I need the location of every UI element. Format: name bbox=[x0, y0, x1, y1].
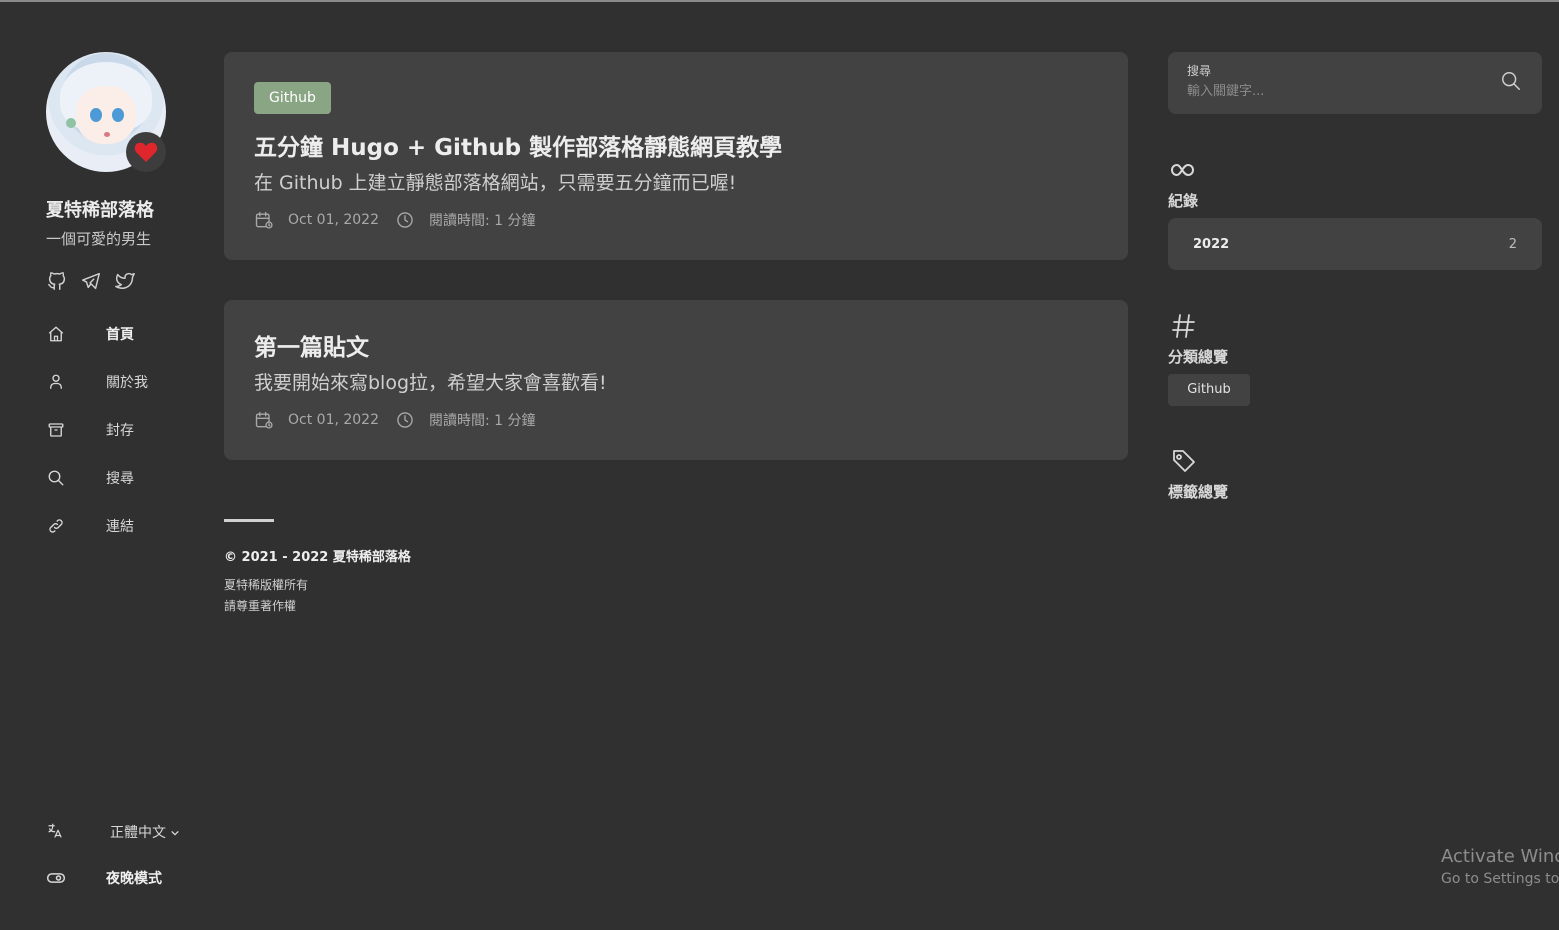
tags-title: 標籤總覽 bbox=[1168, 483, 1229, 501]
chevron-down-icon bbox=[170, 823, 180, 842]
nav-item-label: 封存 bbox=[106, 423, 134, 439]
hashtag-icon bbox=[1168, 312, 1200, 340]
post-read-time: 閱讀時間: 1 分鐘 bbox=[429, 213, 536, 229]
nav-item-home[interactable]: 首頁 bbox=[46, 322, 186, 346]
github-icon[interactable] bbox=[46, 270, 68, 292]
archive-year-row[interactable]: 2022 2 bbox=[1168, 218, 1542, 270]
avatar-container bbox=[46, 52, 166, 172]
social-links bbox=[46, 270, 136, 292]
post-description: 在 Github 上建立靜態部落格網站，只需要五分鐘而已喔! bbox=[254, 172, 737, 194]
clock-icon bbox=[395, 410, 415, 430]
post-description: 我要開始來寫blog拉，希望大家會喜歡看! bbox=[254, 372, 607, 394]
nav-item-search[interactable]: 搜尋 bbox=[46, 466, 186, 490]
left-sidebar: 夏特稀部落格 一個可愛的男生 首頁 關於我 封存 搜尋 連結 正體中文 夜晚模式 bbox=[0, 0, 200, 930]
post-card[interactable]: Github 五分鐘 Hugo + Github 製作部落格靜態網頁教學 在 G… bbox=[224, 52, 1128, 260]
link-icon bbox=[46, 516, 66, 536]
nav-item-archive[interactable]: 封存 bbox=[46, 418, 186, 442]
post-category-chip[interactable]: Github bbox=[254, 82, 331, 114]
heart-icon bbox=[126, 132, 166, 172]
categories-title: 分類總覽 bbox=[1168, 348, 1229, 366]
archives-title: 紀錄 bbox=[1168, 192, 1199, 210]
user-icon bbox=[46, 372, 66, 392]
language-selector[interactable]: 正體中文 bbox=[46, 822, 180, 842]
footer-rights: 夏特稀版權所有 bbox=[224, 578, 309, 592]
telegram-icon[interactable] bbox=[80, 270, 102, 292]
post-meta: Oct 01, 2022 閱讀時間: 1 分鐘 bbox=[254, 210, 536, 230]
site-title[interactable]: 夏特稀部落格 bbox=[46, 196, 154, 222]
infinity-icon bbox=[1168, 158, 1200, 186]
tag-icon bbox=[1168, 447, 1200, 475]
post-title[interactable]: 五分鐘 Hugo + Github 製作部落格靜態網頁教學 bbox=[254, 128, 782, 162]
post-date: Oct 01, 2022 bbox=[288, 212, 379, 228]
archive-count: 2 bbox=[1508, 236, 1517, 252]
avatar-flower bbox=[66, 118, 76, 128]
archive-icon bbox=[46, 420, 66, 440]
category-chip[interactable]: Github bbox=[1168, 374, 1250, 406]
window-top-border bbox=[0, 0, 1559, 2]
site-subtitle: 一個可愛的男生 bbox=[46, 230, 152, 248]
post-title[interactable]: 第一篇貼文 bbox=[254, 328, 369, 362]
activation-watermark-title: Activate Winc bbox=[1441, 846, 1559, 867]
nav-item-label: 首頁 bbox=[106, 327, 134, 343]
search-icon bbox=[46, 468, 66, 488]
search-label: 搜尋 bbox=[1187, 64, 1212, 78]
clock-icon bbox=[395, 210, 415, 230]
search-icon[interactable] bbox=[1500, 70, 1524, 94]
search-input[interactable] bbox=[1187, 80, 1487, 102]
nav-item-label: 連結 bbox=[106, 519, 134, 535]
dark-mode-label: 夜晚模式 bbox=[106, 871, 162, 887]
footer-copyright: © 2021 - 2022 夏特稀部落格 bbox=[224, 550, 411, 565]
nav-item-label: 關於我 bbox=[106, 375, 148, 391]
footer-divider bbox=[224, 519, 274, 522]
main-nav: 首頁 關於我 封存 搜尋 連結 bbox=[46, 322, 186, 562]
avatar-eye-left bbox=[90, 108, 102, 122]
post-date: Oct 01, 2022 bbox=[288, 412, 379, 428]
language-label: 正體中文 bbox=[110, 825, 166, 841]
dark-mode-toggle[interactable]: 夜晚模式 bbox=[46, 868, 162, 888]
post-card[interactable]: 第一篇貼文 我要開始來寫blog拉，希望大家會喜歡看! Oct 01, 2022… bbox=[224, 300, 1128, 460]
nav-item-label: 搜尋 bbox=[106, 471, 134, 487]
search-widget: 搜尋 bbox=[1168, 52, 1542, 114]
calendar-icon bbox=[254, 210, 274, 230]
archive-year: 2022 bbox=[1193, 236, 1230, 252]
footer-notice: 請尊重著作權 bbox=[224, 599, 297, 613]
twitter-icon[interactable] bbox=[114, 270, 136, 292]
post-meta: Oct 01, 2022 閱讀時間: 1 分鐘 bbox=[254, 410, 536, 430]
translate-icon bbox=[46, 822, 66, 842]
post-read-time: 閱讀時間: 1 分鐘 bbox=[429, 413, 536, 429]
avatar-eye-right bbox=[112, 108, 124, 122]
avatar-mouth bbox=[104, 132, 110, 137]
toggle-icon bbox=[46, 868, 66, 888]
nav-item-links[interactable]: 連結 bbox=[46, 514, 186, 538]
calendar-icon bbox=[254, 410, 274, 430]
activation-watermark-subtitle: Go to Settings to bbox=[1441, 871, 1559, 887]
nav-item-about[interactable]: 關於我 bbox=[46, 370, 186, 394]
home-icon bbox=[46, 324, 66, 344]
